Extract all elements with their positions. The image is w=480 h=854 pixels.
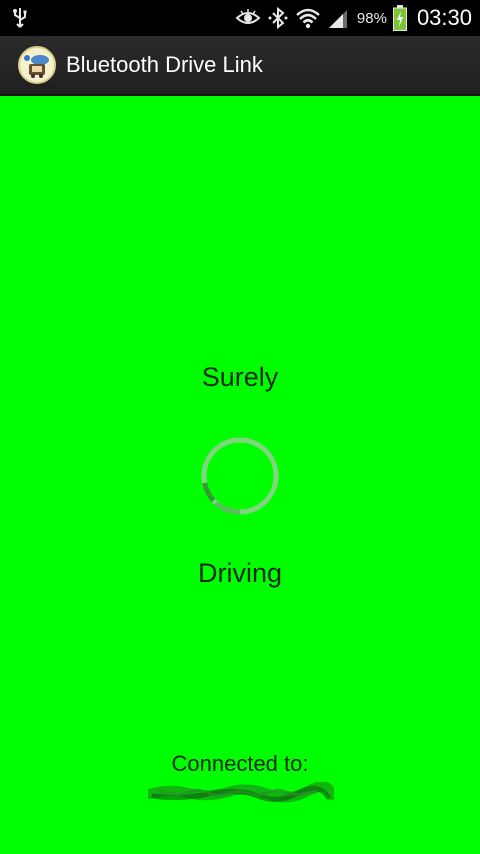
top-label: Surely [201,362,279,392]
loading-spinner-icon [200,436,280,516]
signal-icon [327,7,349,29]
status-bar: 98% 03:30 [0,0,480,36]
bluetooth-icon [267,6,289,30]
bottom-label: Driving [197,558,283,588]
app-title: Bluetooth Drive Link [66,52,263,77]
action-bar: Bluetooth Drive Link [0,36,480,96]
redacted-device-name [145,781,337,804]
battery-icon [392,5,407,31]
wifi-icon [295,6,321,30]
battery-percent: 98% [356,9,387,27]
app-icon[interactable] [18,46,56,84]
usb-icon [10,6,30,30]
app-screen: 98% 03:30 Bluetooth Drive Link Surely Dr… [0,0,480,854]
status-icons: 98% 03:30 [235,0,472,36]
main-content: Surely Driving Connected to: [0,96,480,854]
clock: 03:30 [416,5,472,30]
eye-icon [235,8,261,28]
connected-label: Connected to: [171,751,309,776]
